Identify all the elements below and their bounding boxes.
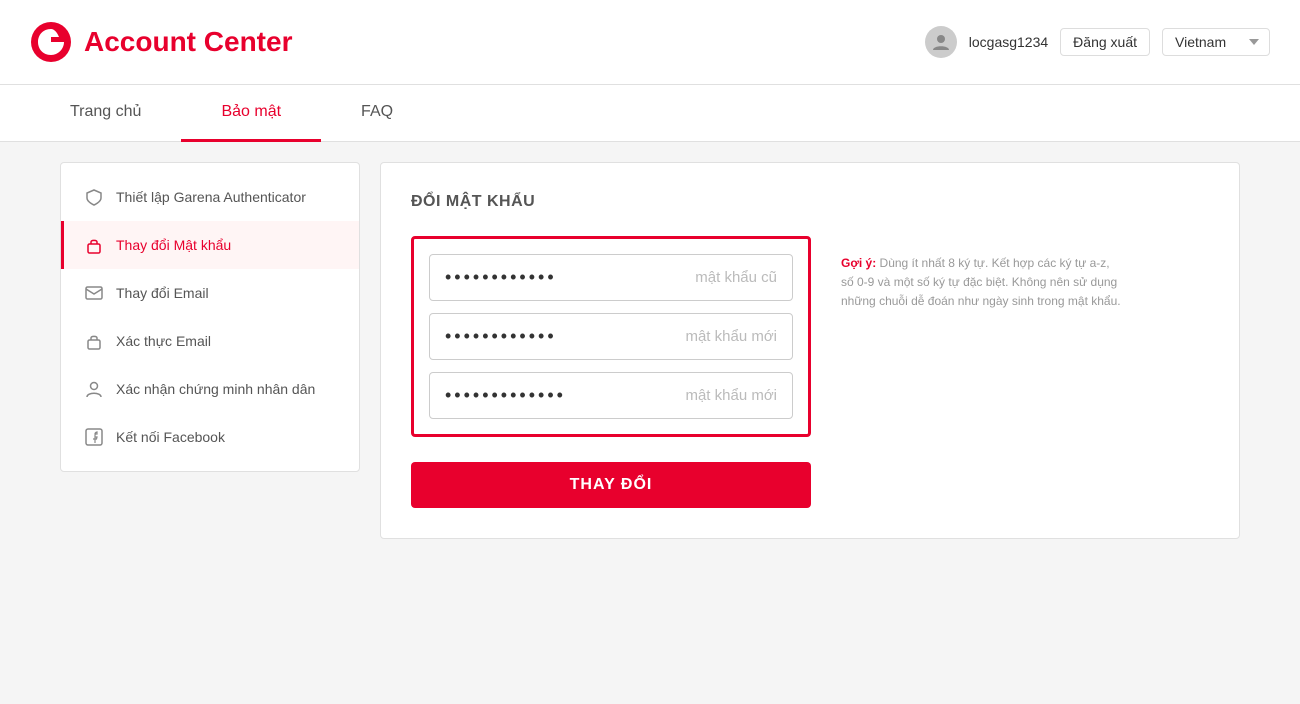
nav-tabs: Trang chủ Bảo mật FAQ <box>0 85 1300 142</box>
shield-icon <box>84 187 104 207</box>
sidebar-item-change-password[interactable]: Thay đổi Mật khẩu <box>61 221 359 269</box>
avatar <box>925 26 957 58</box>
sidebar-item-change-email[interactable]: Thay đổi Email <box>61 269 359 317</box>
person-icon <box>84 379 104 399</box>
hint-label: Gợi ý: <box>841 256 876 270</box>
header-right: locgasg1234 Đăng xuất Vietnam Singapore … <box>925 26 1270 58</box>
sidebar-item-verify-id-label: Xác nhận chứng minh nhân dân <box>116 381 315 397</box>
content-area: ĐỔI MẬT KHẨU mật khẩu cũ mật khẩu mới <box>380 162 1240 539</box>
sidebar: Thiết lập Garena Authenticator Thay đổi … <box>60 162 360 472</box>
app-title: Account Center <box>84 26 292 58</box>
header: Account Center locgasg1234 Đăng xuất Vie… <box>0 0 1300 85</box>
email-icon <box>84 283 104 303</box>
confirm-password-wrapper: mật khẩu mới <box>429 372 793 419</box>
header-left: Account Center <box>30 21 292 63</box>
sidebar-item-verify-email[interactable]: Xác thực Email <box>61 317 359 365</box>
new-password-wrapper: mật khẩu mới <box>429 313 793 360</box>
lock-icon <box>84 235 104 255</box>
tab-security[interactable]: Bảo mật <box>181 85 321 142</box>
new-password-input[interactable] <box>430 314 792 359</box>
facebook-icon <box>84 427 104 447</box>
password-form-highlight: mật khẩu cũ mật khẩu mới mật khẩu mới <box>411 236 811 437</box>
old-password-input[interactable] <box>430 255 792 300</box>
section-title: ĐỔI MẬT KHẨU <box>411 193 1209 211</box>
username: locgasg1234 <box>969 34 1048 50</box>
submit-button[interactable]: THAY ĐỔI <box>411 462 811 508</box>
hint-box: Gợi ý: Dùng ít nhất 8 ký tự. Kết hợp các… <box>831 254 1131 312</box>
garena-logo-icon <box>30 21 72 63</box>
sidebar-item-verify-email-label: Xác thực Email <box>116 333 211 349</box>
sidebar-item-authenticator-label: Thiết lập Garena Authenticator <box>116 189 306 205</box>
sidebar-item-verify-id[interactable]: Xác nhận chứng minh nhân dân <box>61 365 359 413</box>
logout-button[interactable]: Đăng xuất <box>1060 28 1150 56</box>
country-select[interactable]: Vietnam Singapore Thailand <box>1162 28 1270 56</box>
tab-home[interactable]: Trang chủ <box>30 85 181 142</box>
lock2-icon <box>84 331 104 351</box>
sidebar-item-change-password-label: Thay đổi Mật khẩu <box>116 237 231 253</box>
form-row: mật khẩu cũ mật khẩu mới mật khẩu mới TH… <box>411 236 1209 508</box>
sidebar-item-facebook[interactable]: Kết nối Facebook <box>61 413 359 461</box>
sidebar-item-authenticator[interactable]: Thiết lập Garena Authenticator <box>61 173 359 221</box>
sidebar-item-change-email-label: Thay đổi Email <box>116 285 209 301</box>
tab-faq[interactable]: FAQ <box>321 85 433 142</box>
hint-content: Dùng ít nhất 8 ký tự. Kết hợp các ký tự … <box>841 256 1121 308</box>
hint-text: Gợi ý: Dùng ít nhất 8 ký tự. Kết hợp các… <box>841 254 1121 312</box>
main-content: Thiết lập Garena Authenticator Thay đổi … <box>30 142 1270 559</box>
old-password-wrapper: mật khẩu cũ <box>429 254 793 301</box>
sidebar-item-facebook-label: Kết nối Facebook <box>116 429 225 445</box>
confirm-password-input[interactable] <box>430 373 792 418</box>
